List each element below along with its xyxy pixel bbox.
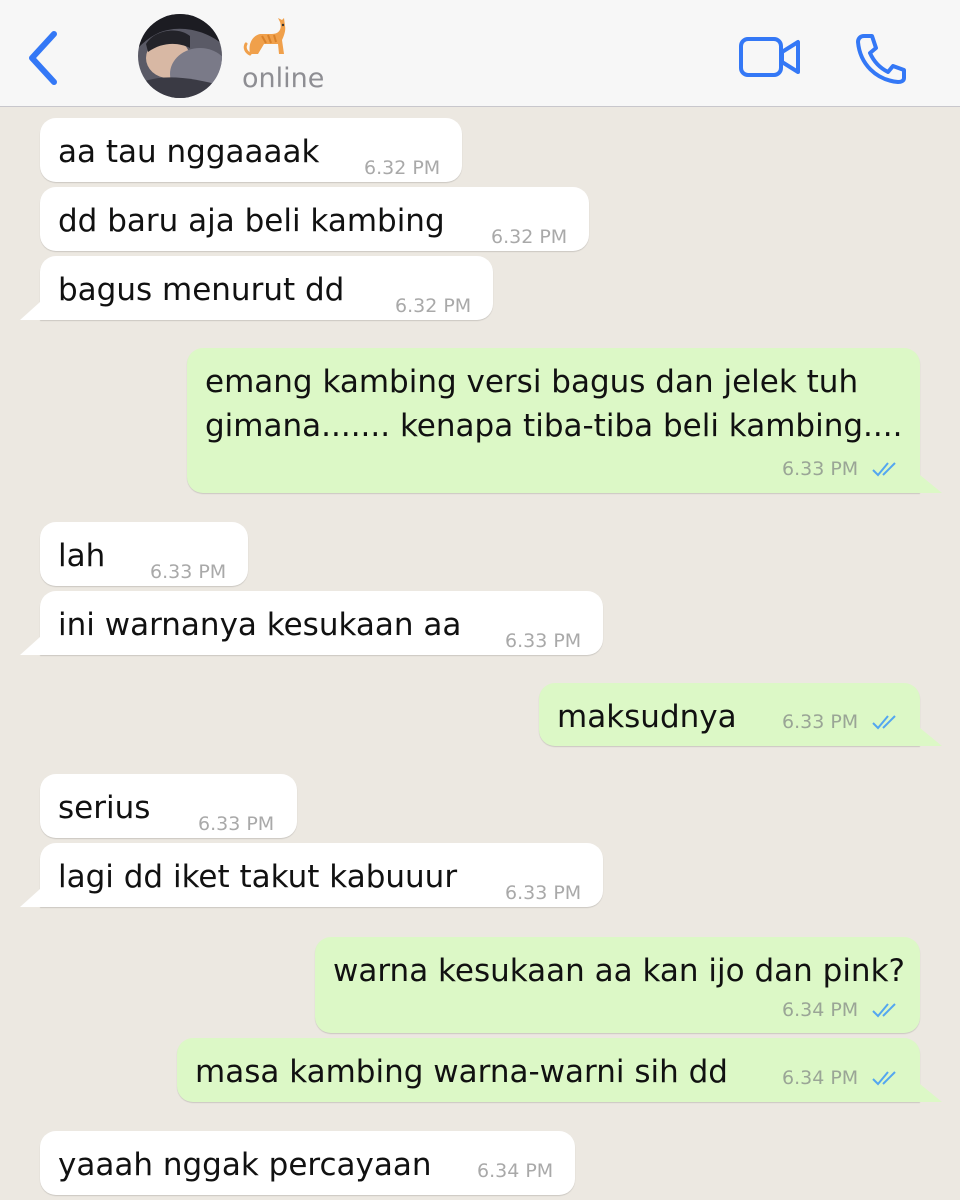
video-camera-icon: [739, 37, 800, 77]
incoming-message[interactable]: aa tau nggaaaak 6.32 PM: [40, 118, 462, 182]
contact-name-emoji: [242, 14, 290, 62]
message-time: 6.34 PM: [477, 1160, 554, 1182]
message-text: ini warnanya kesukaan aa: [58, 607, 462, 643]
back-button[interactable]: [22, 28, 72, 88]
contact-status: online: [242, 63, 325, 94]
message-time: 6.33 PM: [198, 813, 275, 835]
double-check-icon: [872, 1071, 896, 1086]
message-time: 6.32 PM: [395, 295, 472, 317]
message-time: 6.33 PM: [782, 458, 859, 480]
message-time: 6.32 PM: [364, 157, 441, 179]
message-text: bagus menurut dd: [58, 272, 345, 308]
message-text: aa tau nggaaaak: [58, 134, 320, 170]
message-text: lah: [58, 538, 106, 574]
message-time: 6.33 PM: [505, 882, 582, 904]
message-text: masa kambing warna-warni sih dd: [195, 1054, 728, 1090]
message-list[interactable]: aa tau nggaaaak 6.32 PM dd baru aja beli…: [0, 108, 960, 1200]
message-time: 6.33 PM: [505, 630, 582, 652]
message-time: 6.33 PM: [150, 561, 227, 583]
message-text: emang kambing versi bagus dan jelek tuh …: [205, 364, 903, 444]
cat-emoji-icon: [243, 18, 286, 56]
video-call-button[interactable]: [738, 34, 802, 80]
message-text: maksudnya: [557, 699, 737, 735]
message-time: 6.32 PM: [491, 226, 568, 248]
double-check-icon: [872, 1003, 896, 1018]
incoming-message[interactable]: lagi dd iket takut kabuuur 6.33 PM: [20, 843, 603, 907]
message-text: dd baru aja beli kambing: [58, 203, 445, 239]
message-text: yaaah nggak percayaan: [58, 1147, 432, 1183]
incoming-message[interactable]: bagus menurut dd 6.32 PM: [20, 256, 493, 320]
message-text: serius: [58, 790, 151, 826]
incoming-message[interactable]: lah 6.33 PM: [40, 522, 248, 586]
double-check-icon: [872, 462, 896, 477]
outgoing-message[interactable]: maksudnya 6.33 PM: [539, 683, 942, 746]
message-time: 6.33 PM: [782, 711, 859, 733]
outgoing-message[interactable]: emang kambing versi bagus dan jelek tuh …: [187, 348, 942, 493]
message-time: 6.34 PM: [782, 1067, 859, 1089]
outgoing-message[interactable]: masa kambing warna-warni sih dd 6.34 PM: [177, 1038, 942, 1102]
outgoing-message[interactable]: warna kesukaan aa kan ijo dan pink? 6.34…: [315, 937, 920, 1033]
incoming-message[interactable]: yaaah nggak percayaan 6.34 PM: [40, 1131, 575, 1195]
incoming-message[interactable]: serius 6.33 PM: [40, 774, 297, 838]
avatar-photo: [138, 14, 222, 98]
incoming-message[interactable]: ini warnanya kesukaan aa 6.33 PM: [20, 591, 603, 655]
phone-icon: [856, 34, 906, 84]
contact-avatar[interactable]: [138, 14, 222, 98]
message-time: 6.34 PM: [782, 999, 859, 1021]
message-text: warna kesukaan aa kan ijo dan pink?: [333, 953, 905, 989]
double-check-icon: [872, 715, 896, 730]
incoming-message[interactable]: dd baru aja beli kambing 6.32 PM: [40, 187, 589, 251]
chevron-left-icon: [29, 31, 57, 85]
voice-call-button[interactable]: [854, 32, 908, 84]
message-text: lagi dd iket takut kabuuur: [58, 859, 458, 895]
chat-header: online: [0, 0, 960, 107]
